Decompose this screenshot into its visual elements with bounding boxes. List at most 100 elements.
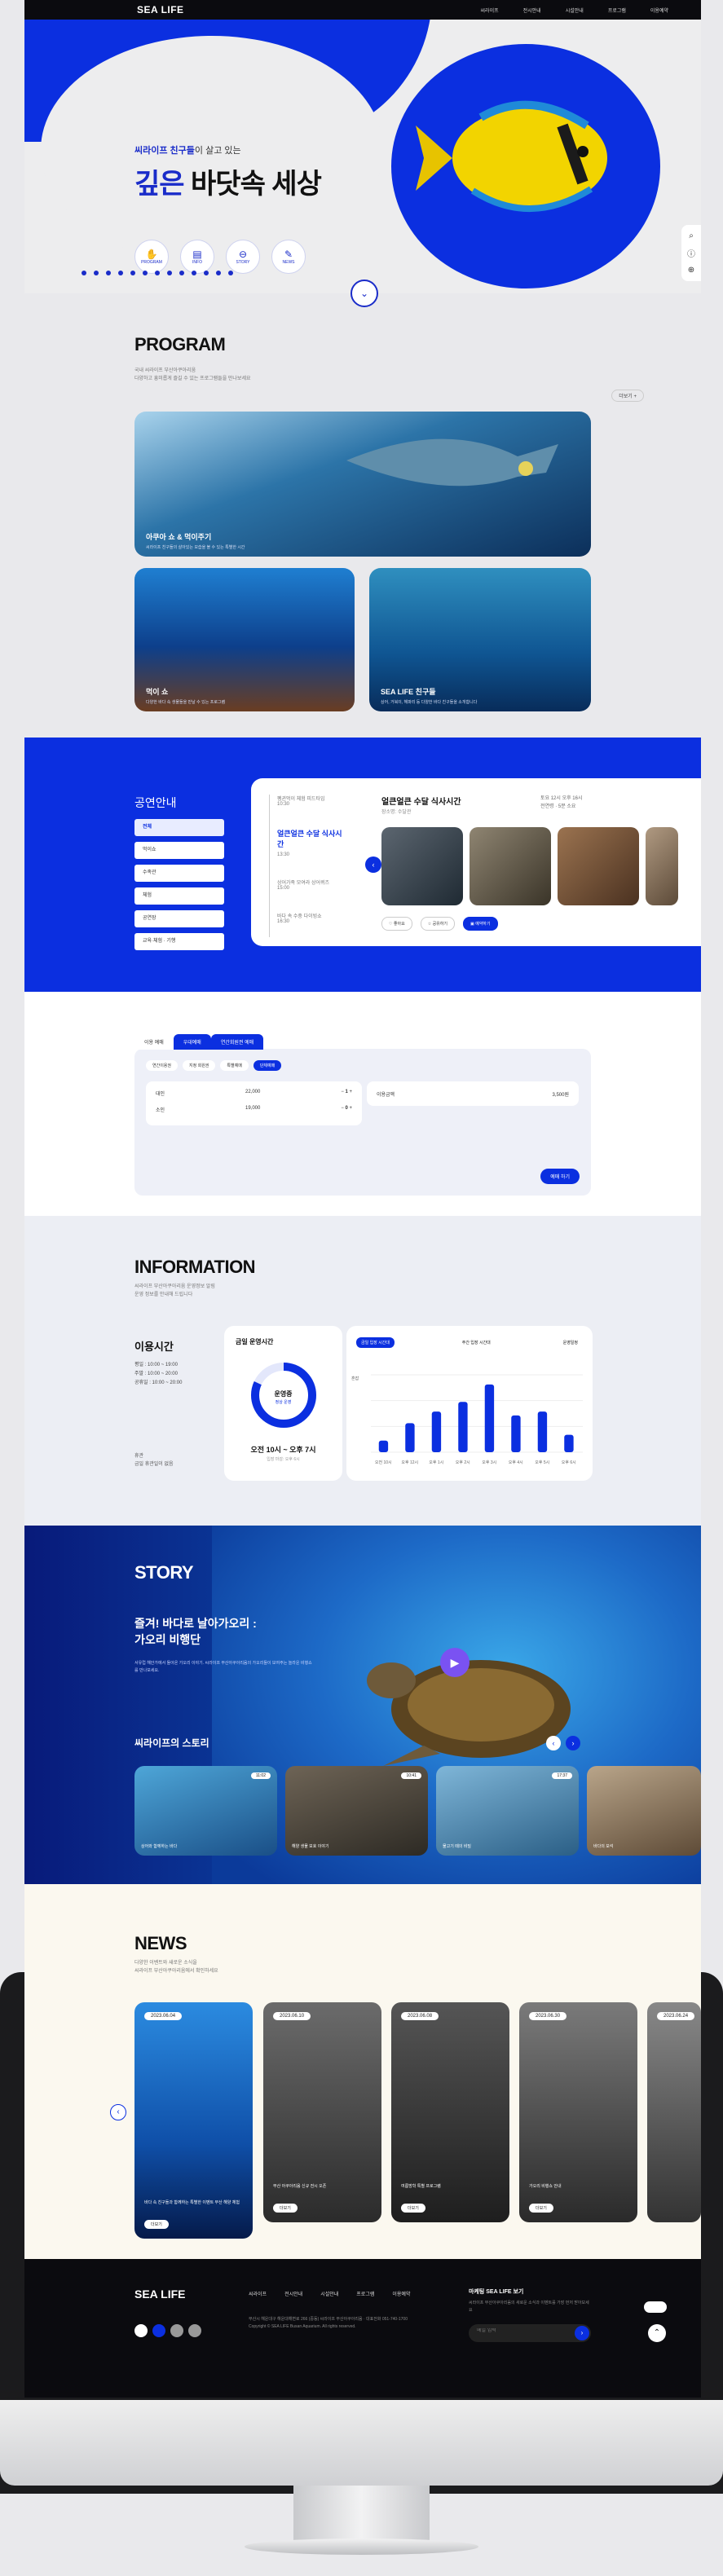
- story-card[interactable]: 바다의 보석: [587, 1766, 701, 1856]
- chart-bar[interactable]: [511, 1415, 521, 1452]
- adult-quantity[interactable]: − 1 +: [341, 1090, 352, 1097]
- submit-arrow-icon[interactable]: ›: [575, 2326, 589, 2340]
- otter-photo[interactable]: [470, 827, 551, 905]
- chart-bar[interactable]: [378, 1440, 389, 1452]
- story-prev-button[interactable]: ‹: [546, 1736, 561, 1750]
- timeline-item[interactable]: 펭귄먹이 체험 피드타임 10:30: [266, 795, 347, 807]
- search-icon[interactable]: ⌕: [689, 231, 694, 240]
- footer-logo[interactable]: SEA LIFE: [134, 2288, 186, 2301]
- menu-item[interactable]: 먹이쇼: [134, 842, 224, 859]
- section-title: NEWS: [134, 1933, 187, 1953]
- news-prev-button[interactable]: ‹: [110, 2104, 126, 2120]
- chart-bar[interactable]: [431, 1411, 442, 1452]
- menu-item[interactable]: 전체: [134, 819, 224, 836]
- reserve-button[interactable]: ▣ 예약하기: [462, 917, 498, 931]
- news-card[interactable]: 2023.06.10 부산 아쿠아리움 신규 전시 오픈 더보기: [263, 2002, 381, 2222]
- info-circle-icon[interactable]: ⓘ: [687, 247, 695, 259]
- newsletter-input[interactable]: [477, 2328, 558, 2333]
- instagram-icon[interactable]: [170, 2324, 183, 2337]
- footer-nav-item[interactable]: 전시안내: [284, 2290, 302, 2297]
- crowd-chart-card: 금일 입장 시간대 주간 입장 시간대 운영일정 오전 10시 오후 12시 오후 …: [346, 1326, 593, 1481]
- note-line: 금일 휴관일이 없음: [134, 1462, 174, 1467]
- story-card-text: 바다의 보석: [593, 1844, 614, 1849]
- tab-annual[interactable]: 연간회원권 예매: [210, 1034, 264, 1050]
- story-card[interactable]: 10:41 해양 생물 보호 이야기: [285, 1766, 428, 1856]
- nav-item[interactable]: 이용예약: [650, 7, 668, 14]
- program-card[interactable]: 먹이 쇼 다양한 바다 속 생물들을 만날 수 있는 프로그램: [134, 568, 355, 711]
- theme-toggle[interactable]: [644, 2301, 667, 2313]
- submit-booking-button[interactable]: 예매 하기: [540, 1169, 580, 1184]
- program-card[interactable]: 아쿠아 쇼 & 먹이주기 씨라이프 친구들의 살아있는 모습을 볼 수 있는 특…: [134, 412, 591, 557]
- more-button[interactable]: 더보기 +: [611, 390, 644, 402]
- meta-line: 토요 12시 오후 16시: [540, 796, 583, 801]
- news-more-button[interactable]: 더보기: [401, 2204, 425, 2213]
- chart-bar[interactable]: [458, 1402, 468, 1452]
- hours-line: 평일 : 10:00 ~ 19:00: [134, 1363, 178, 1367]
- blog-icon[interactable]: [188, 2324, 201, 2337]
- facebook-icon[interactable]: [152, 2324, 165, 2337]
- booking-box: 이용 예매 우대예매 연간회원권 예매 연간이용권 지정 회원권 특별예매 단체…: [134, 1034, 591, 1196]
- nav-item[interactable]: 전시안내: [523, 7, 541, 14]
- story-next-button[interactable]: ›: [566, 1736, 580, 1750]
- menu-item[interactable]: 교육·체험 · 기행: [134, 933, 224, 950]
- scroll-top-button[interactable]: ⌃: [648, 2324, 666, 2342]
- subtab[interactable]: 연간이용권: [146, 1060, 179, 1071]
- child-quantity[interactable]: − 0 +: [341, 1106, 352, 1113]
- like-button[interactable]: ♡ 좋아요: [381, 917, 412, 931]
- tab-discount[interactable]: 우대예매: [173, 1034, 211, 1050]
- nav-item[interactable]: 시설안내: [566, 7, 584, 14]
- chart-tab-week[interactable]: 주간 입장 시간대: [457, 1337, 496, 1348]
- story-subtitle: 씨라이프의 스토리: [134, 1737, 209, 1749]
- globe-icon[interactable]: ⊕: [688, 266, 694, 275]
- quick-link-program[interactable]: ✋ PROGRAM: [134, 240, 169, 274]
- timeline-item[interactable]: 상어가족 모여라 상어퀴즈 15:00: [266, 878, 347, 891]
- news-more-button[interactable]: 더보기: [144, 2220, 169, 2229]
- menu-item[interactable]: 체험: [134, 887, 224, 905]
- page: SEA LIFE 씨라이프 전시안내 시설안내 프로그램 이용예약 씨라이프 친…: [24, 0, 701, 2398]
- menu-item[interactable]: 공연장: [134, 910, 224, 927]
- tab-booking[interactable]: 이용 예매: [134, 1034, 174, 1050]
- timeline-item[interactable]: 바다 속 수중 다이빙쇼 16:30: [266, 912, 347, 924]
- news-more-button[interactable]: 더보기: [529, 2204, 553, 2213]
- chart-bar[interactable]: [564, 1434, 574, 1452]
- otter-photo[interactable]: [558, 827, 639, 905]
- share-button[interactable]: ☆ 공유하기: [420, 917, 455, 931]
- news-card[interactable]: 2023.06.24: [647, 2002, 701, 2222]
- chart-bar[interactable]: [405, 1423, 415, 1452]
- quick-link-story[interactable]: ⊖ STORY: [226, 240, 260, 274]
- news-card[interactable]: 2023.06.04 바다 속 친구들과 함께하는 특별한 이벤트 부산 해양 …: [134, 2002, 253, 2239]
- chart-bar[interactable]: [484, 1384, 495, 1452]
- chart-tab-schedule[interactable]: 운영일정: [558, 1337, 583, 1348]
- quick-link-info[interactable]: ▤ INFO: [180, 240, 214, 274]
- story-card[interactable]: 17:37 물고기 떼의 비밀: [436, 1766, 579, 1856]
- story-card[interactable]: 11:02 상어와 함께하는 바다: [134, 1766, 277, 1856]
- youtube-icon[interactable]: [134, 2324, 148, 2337]
- subtab[interactable]: 지정 회원권: [183, 1060, 216, 1071]
- logo[interactable]: SEA LIFE: [137, 4, 184, 15]
- timeline-item[interactable]: 얼큰얼큰 수달 식사시간 13:30: [266, 828, 347, 857]
- footer-nav-item[interactable]: 프로그램: [356, 2290, 374, 2297]
- otter-photo[interactable]: [646, 827, 678, 905]
- footer-nav-item[interactable]: 이용예약: [392, 2290, 410, 2297]
- chart-tab-today[interactable]: 금일 입장 시간대: [356, 1337, 395, 1348]
- nav-item[interactable]: 씨라이프: [481, 7, 499, 14]
- news-date: 2023.06.04: [144, 2012, 183, 2020]
- quick-link-news[interactable]: ✎ NEWS: [271, 240, 306, 274]
- menu-item[interactable]: 수족관: [134, 865, 224, 882]
- butterflyfish-image: [416, 100, 607, 212]
- program-card[interactable]: SEA LIFE 친구들 상어, 거북이, 해파리 등 다양한 바다 친구들을 …: [369, 568, 591, 711]
- subtab[interactable]: 단체예매: [253, 1060, 282, 1071]
- newsletter-title: 마케팅 SEA LIFE 보기: [469, 2289, 524, 2295]
- chart-bar[interactable]: [537, 1411, 548, 1452]
- subtab[interactable]: 특별예매: [220, 1060, 249, 1071]
- news-card[interactable]: 2023.06.08 여름방학 특별 프로그램 더보기: [391, 2002, 509, 2222]
- total-value: 3,500원: [552, 1093, 569, 1098]
- otter-photo[interactable]: [381, 827, 463, 905]
- nav-item[interactable]: 프로그램: [608, 7, 626, 14]
- carousel-prev-button[interactable]: ‹: [365, 856, 381, 873]
- news-more-button[interactable]: 더보기: [273, 2204, 298, 2213]
- news-card[interactable]: 2023.06.30 가오리 비행쇼 안내 더보기: [519, 2002, 637, 2222]
- footer-nav-item[interactable]: 씨라이프: [249, 2290, 267, 2297]
- play-button[interactable]: ▶: [440, 1648, 470, 1677]
- footer-nav-item[interactable]: 시설안내: [320, 2290, 338, 2297]
